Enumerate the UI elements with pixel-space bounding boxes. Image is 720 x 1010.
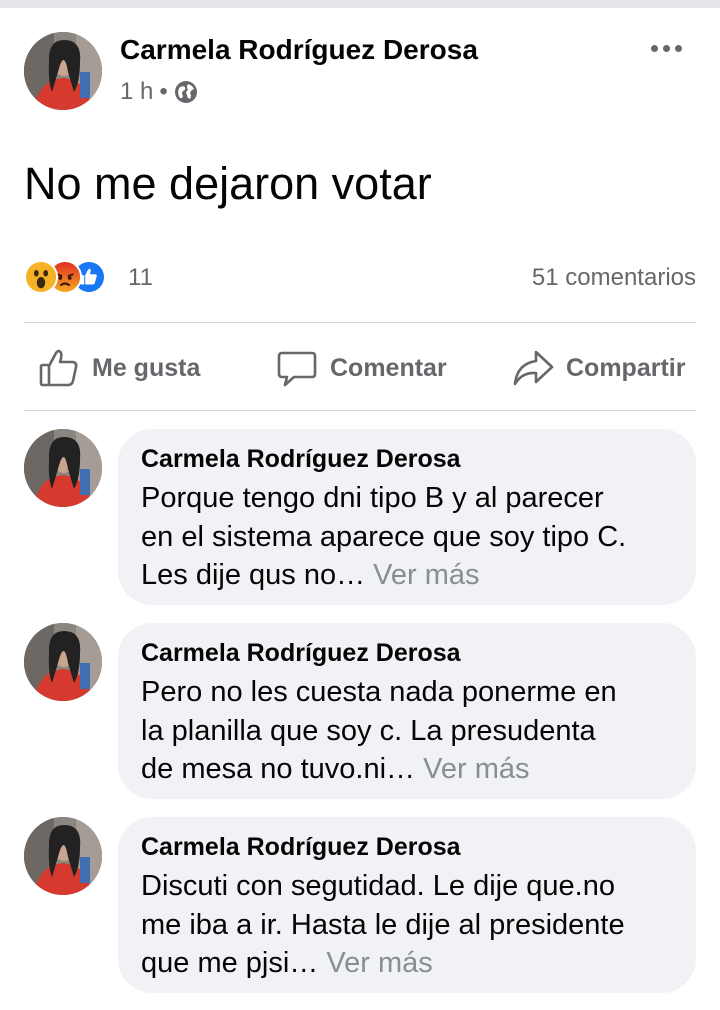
comment-line: Pero no les cuesta nada ponerme en [141,676,617,708]
comment-button-label: Comentar [330,353,447,382]
share-button-label: Compartir [566,353,686,382]
commenter-avatar[interactable] [24,623,102,701]
comment-line: me iba a ir. Hasta le dije al presidente [141,908,625,941]
meta-separator: • [159,78,168,105]
commenter-avatar[interactable] [24,817,102,895]
reaction-icons[interactable] [24,260,106,296]
post-text: No me dejaron votar [24,158,432,209]
post-header: Carmela Rodríguez Derosa 1 h • [24,32,696,112]
comment-bubble[interactable]: Carmela Rodríguez Derosa Pero no les cue… [118,623,696,799]
comment-line-last: que me pjsi… Ver más [141,944,686,983]
comment-bubble[interactable]: Carmela Rodríguez Derosa Porque tengo dn… [118,429,696,605]
top-divider-bar [0,0,720,8]
comment-line: Discuti con segutidad. Le dije que.no [141,870,615,902]
post-author-name[interactable]: Carmela Rodríguez Derosa [120,34,478,66]
speech-bubble-icon [276,347,318,389]
comment-bubble[interactable]: Carmela Rodríguez Derosa Discuti con seg… [118,817,696,993]
comment-author[interactable]: Carmela Rodríguez Derosa [141,833,461,862]
see-more-link[interactable]: Ver más [373,559,479,591]
share-button[interactable]: Compartir [512,344,685,392]
comments-count-link[interactable]: 51 comentarios [532,264,696,292]
comment-line: en el sistema aparece que soy tipo C. [141,520,627,553]
divider [24,322,696,323]
like-button[interactable]: Me gusta [38,344,200,392]
reactions-summary: 11 51 comentarios [24,256,696,300]
post-time[interactable]: 1 h [120,78,153,106]
see-more-link[interactable]: Ver más [423,753,529,785]
comment-text: Discuti con segutidad. Le dije que.no me… [141,867,686,983]
thumbs-up-icon [38,347,80,389]
commenter-avatar[interactable] [24,429,102,507]
more-options-icon[interactable] [646,36,686,60]
comment-line-text: Les dije qus no… [141,559,366,591]
comment-author[interactable]: Carmela Rodríguez Derosa [141,639,461,668]
share-arrow-icon [512,347,554,389]
reaction-count[interactable]: 11 [128,264,153,292]
see-more-link[interactable]: Ver más [326,947,432,979]
comment-text: Pero no les cuesta nada ponerme en la pl… [141,673,686,789]
globe-icon [174,80,198,104]
comment-text: Porque tengo dni tipo B y al parecer en … [141,479,686,595]
comment-line-last: de mesa no tuvo.ni… Ver más [141,750,686,789]
divider [24,410,696,411]
comment-line: Porque tengo dni tipo B y al parecer [141,482,604,514]
post-actions: Me gusta Comentar Compartir [24,330,696,406]
post-meta: 1 h • [120,78,198,106]
comment-line: la planilla que soy c. La presudenta [141,714,596,747]
comment-line-text: que me pjsi… [141,947,319,979]
comment-button[interactable]: Comentar [276,344,447,392]
like-button-label: Me gusta [92,353,201,382]
comment-line-text: de mesa no tuvo.ni… [141,753,416,785]
author-avatar[interactable] [24,32,102,110]
wow-reaction-icon [24,260,58,294]
comment-line-last: Les dije qus no… Ver más [141,556,686,595]
comment-author[interactable]: Carmela Rodríguez Derosa [141,445,461,474]
